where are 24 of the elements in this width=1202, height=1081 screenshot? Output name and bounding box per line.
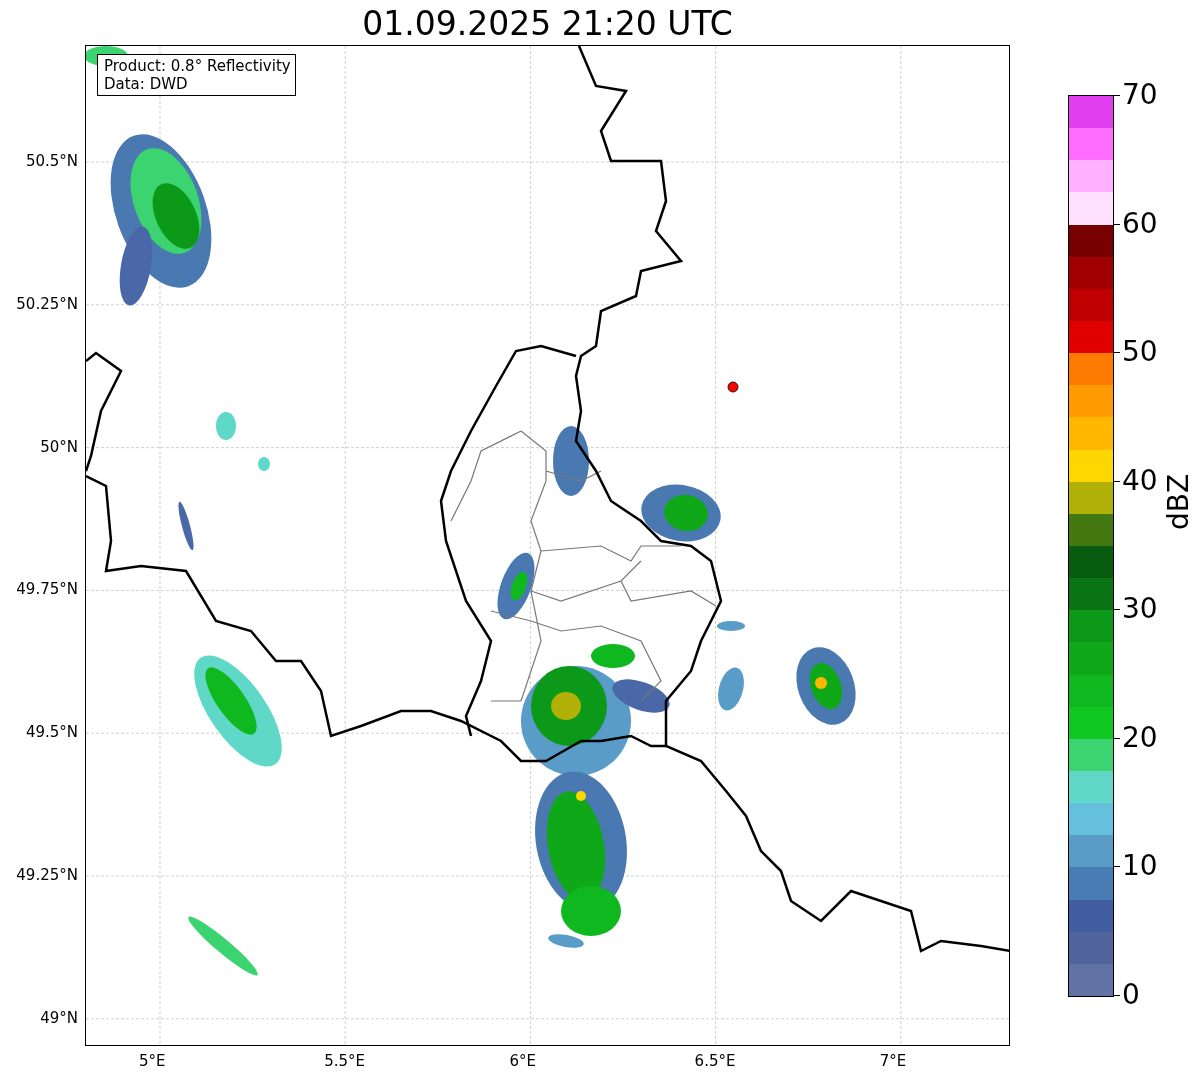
info-text: Data: DWD bbox=[104, 75, 189, 93]
colorbar-tick-label: 50 bbox=[1122, 337, 1158, 368]
colorbar-tick-label: 40 bbox=[1122, 465, 1158, 496]
y-tick-label: 49.75°N bbox=[16, 580, 78, 599]
chart-title: 01.09.2025 21:20 UTC bbox=[361, 3, 734, 45]
colorbar-label: dBZ bbox=[1162, 473, 1195, 530]
colorbar-tick-label: 70 bbox=[1122, 80, 1158, 110]
y-tick-label: 49°N bbox=[40, 1008, 78, 1027]
x-tick-label: 6.5°E bbox=[694, 1052, 736, 1070]
colorbar-tick-label: 20 bbox=[1122, 722, 1158, 753]
y-tick-label: 50.5°N bbox=[25, 152, 78, 170]
y-tick-label: 50°N bbox=[40, 437, 78, 456]
x-tick-label: 5.5°E bbox=[324, 1052, 366, 1070]
colorbar-tick-label: 0 bbox=[1122, 980, 1140, 1010]
x-tick-label: 6°E bbox=[509, 1052, 536, 1070]
x-tick-label: 7°E bbox=[879, 1052, 907, 1070]
info-text: Product: 0.8° Reflectivity bbox=[104, 57, 291, 75]
y-tick-label: 49.5°N bbox=[25, 723, 78, 742]
colorbar-tick-label: 10 bbox=[1122, 851, 1158, 882]
y-tick-label: 50.25°N bbox=[16, 294, 78, 313]
y-tick-label: 49.25°N bbox=[16, 866, 78, 884]
colorbar-tick-label: 60 bbox=[1122, 208, 1158, 239]
colorbar-tick-label: 30 bbox=[1122, 594, 1158, 625]
x-tick-label: 5°E bbox=[139, 1052, 166, 1070]
